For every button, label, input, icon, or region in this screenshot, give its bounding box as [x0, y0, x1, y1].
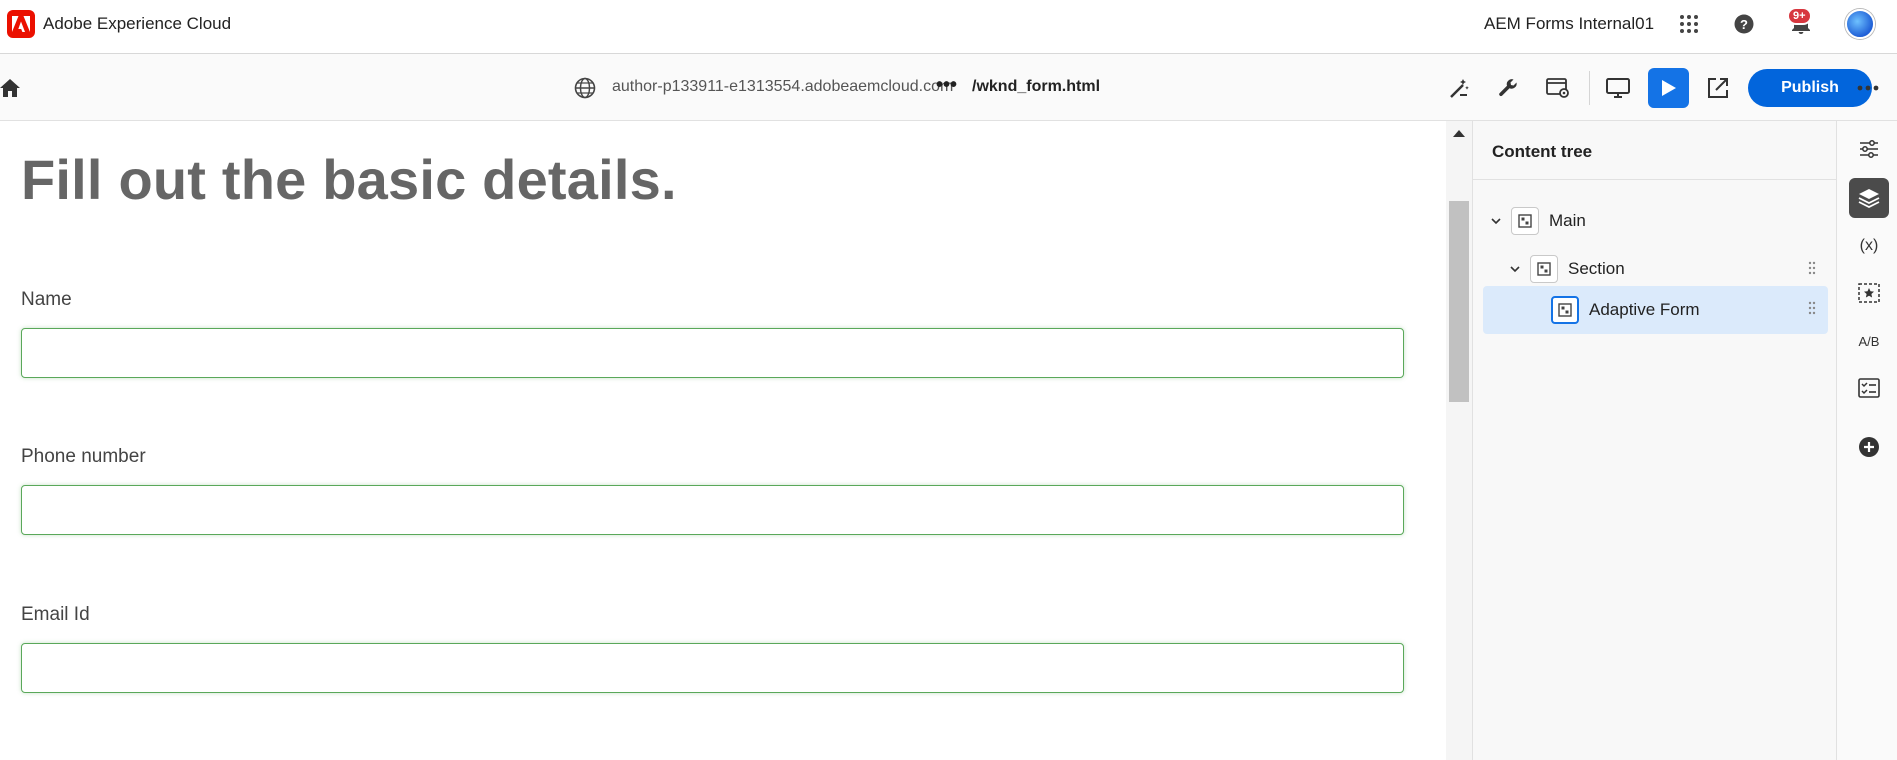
variables-icon[interactable]: (x) — [1849, 226, 1889, 266]
form-heading: Fill out the basic details. — [21, 148, 677, 211]
fragment-star-icon[interactable] — [1849, 273, 1889, 313]
toolbar-divider — [1589, 71, 1590, 105]
adobe-a-icon — [12, 16, 30, 32]
adobe-logo[interactable] — [7, 10, 35, 38]
shell-bar: Adobe Experience Cloud AEM Forms Interna… — [0, 0, 1897, 54]
page-path[interactable]: /wknd_form.html — [972, 78, 1100, 96]
chevron-down-icon[interactable] — [1508, 262, 1522, 276]
phone-number-field[interactable] — [21, 485, 1404, 535]
panel-title: Content tree — [1492, 142, 1593, 161]
avatar[interactable] — [1845, 9, 1875, 39]
tree-item-label: Adaptive Form — [1589, 300, 1700, 319]
page-properties-icon[interactable] — [1544, 74, 1572, 102]
panel-divider — [1473, 179, 1837, 180]
tree-item-label: Main — [1549, 211, 1586, 230]
email-id-label: Email Id — [21, 604, 90, 625]
scroll-up-arrow-icon[interactable] — [1453, 130, 1465, 137]
phone-number-label: Phone number — [21, 446, 146, 467]
editor-toolbar: author-p133911-e1313554.adobeaemcloud.co… — [0, 54, 1897, 121]
container-icon — [1511, 207, 1539, 235]
brand-title[interactable]: Adobe Experience Cloud — [43, 14, 231, 34]
content-tree-panel: Content tree Main Section Adaptive Form — [1472, 121, 1837, 760]
tree-item-main[interactable]: Main — [1483, 198, 1828, 244]
desktop-preview-icon[interactable] — [1604, 74, 1632, 102]
drag-handle-icon[interactable] — [1808, 261, 1816, 275]
properties-sliders-icon[interactable] — [1849, 129, 1889, 169]
ab-test-icon[interactable]: A/B — [1849, 321, 1889, 361]
home-icon[interactable] — [0, 74, 24, 102]
notification-badge: 9+ — [1787, 7, 1812, 25]
container-icon — [1530, 255, 1558, 283]
add-circle-icon[interactable] — [1849, 427, 1889, 467]
tree-item-label: Section — [1568, 259, 1625, 278]
form-canvas: Fill out the basic details. Name Phone n… — [0, 121, 1446, 760]
org-switcher[interactable]: AEM Forms Internal01 — [1484, 14, 1654, 34]
more-options-icon[interactable] — [1854, 74, 1882, 102]
wrench-icon[interactable] — [1494, 74, 1522, 102]
app-switcher-icon[interactable] — [1677, 12, 1701, 36]
right-rail: (x) A/B — [1836, 121, 1897, 760]
checklist-icon[interactable] — [1849, 368, 1889, 408]
name-label: Name — [21, 289, 72, 310]
container-icon — [1551, 296, 1579, 324]
globe-icon — [571, 74, 599, 102]
help-icon[interactable]: ? — [1732, 12, 1756, 36]
magic-wand-icon[interactable] — [1445, 74, 1473, 102]
open-in-new-icon[interactable] — [1704, 74, 1732, 102]
email-id-field[interactable] — [21, 643, 1404, 693]
drag-handle-icon[interactable] — [1808, 301, 1816, 315]
tree-item-adaptive-form[interactable]: Adaptive Form — [1483, 286, 1828, 334]
svg-text:?: ? — [1740, 17, 1748, 32]
scrollbar-thumb[interactable] — [1449, 201, 1469, 402]
play-icon — [1661, 80, 1676, 96]
name-field[interactable] — [21, 328, 1404, 378]
site-url[interactable]: author-p133911-e1313554.adobeaemcloud.co… — [612, 78, 953, 96]
path-more-button[interactable]: ••• — [936, 74, 957, 97]
content-tree-layers-icon[interactable] — [1849, 178, 1889, 218]
preview-play-button[interactable] — [1648, 68, 1689, 108]
chevron-down-icon[interactable] — [1489, 214, 1503, 228]
